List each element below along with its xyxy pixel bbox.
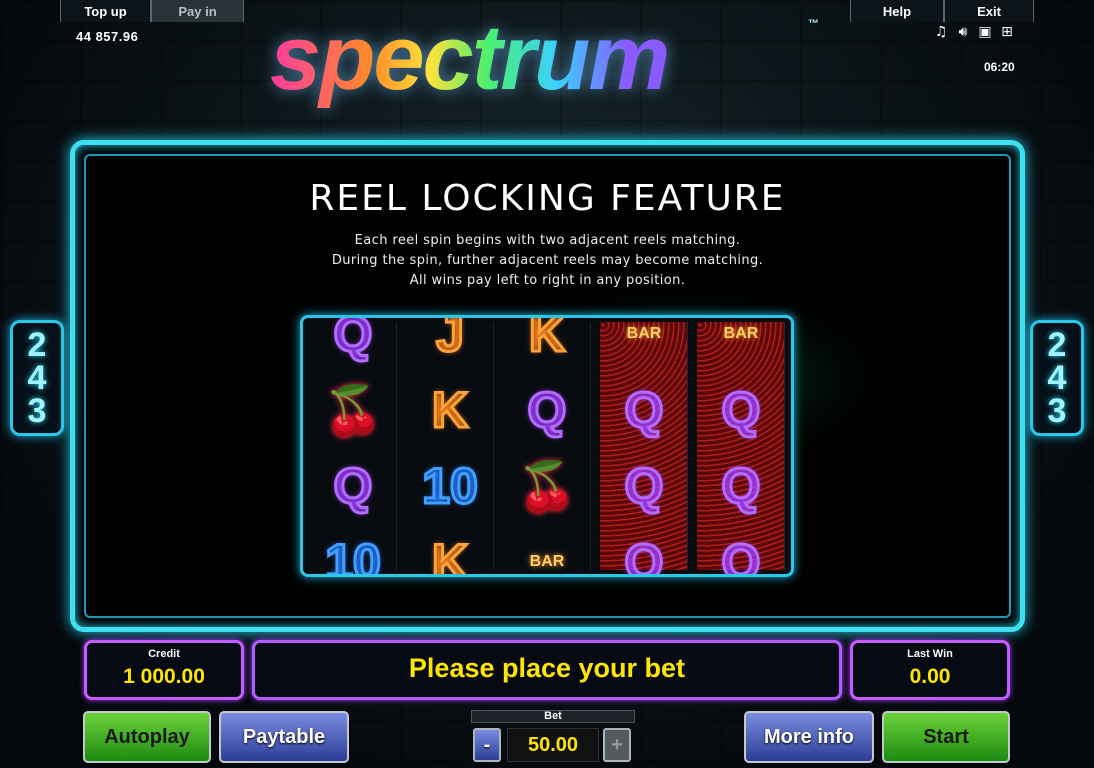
game-logo: spectrum ™	[270, 6, 840, 126]
paytable-button[interactable]: Paytable	[219, 711, 349, 763]
reel-symbol: K	[430, 533, 469, 577]
ways-badge-left: 2 4 3	[10, 320, 64, 436]
reel-symbol: Q	[623, 457, 665, 516]
logo-text: spectrum	[270, 7, 670, 109]
clock: 06:20	[984, 60, 1015, 74]
reel-symbol: 🍒	[517, 460, 577, 514]
ways-digit: 4	[27, 358, 47, 397]
last-win-label: Last Win	[907, 648, 953, 660]
reel-symbol: Q	[720, 381, 762, 440]
credit-value: 1 000.00	[123, 665, 205, 688]
reel-symbol: J	[435, 315, 466, 364]
credit-label: Credit	[148, 648, 180, 660]
status-message: Please place your bet	[408, 653, 686, 683]
reel-symbol: Q	[623, 381, 665, 440]
bet-label: Bet	[471, 710, 635, 723]
reel-3: K Q 🍒 BAR	[503, 318, 591, 570]
last-win-panel: Last Win 0.00	[850, 640, 1010, 700]
autoplay-button[interactable]: Autoplay	[83, 711, 211, 763]
pay-in-button[interactable]: Pay in	[151, 0, 244, 22]
reel-1: Q 🍒 Q 10	[309, 318, 397, 574]
reel-symbol: BAR	[723, 325, 759, 342]
reel-symbol: 10	[324, 533, 383, 577]
reel-symbol: 10	[421, 457, 480, 516]
bet-control: Bet - 50.00 +	[471, 710, 635, 766]
bet-value: 50.00	[507, 728, 599, 762]
settings-icons: ♫ 🔊︎ ▣ ⊞	[934, 24, 1014, 40]
ways-digit: 3	[27, 391, 47, 430]
reel-symbol: Q	[332, 315, 374, 364]
start-button[interactable]: Start	[882, 711, 1010, 763]
reel-symbol: K	[527, 315, 566, 364]
feature-line: Each reel spin begins with two adjacent …	[354, 233, 741, 248]
reel-grid-illustration: Q 🍒 Q 10 J K 10 K K Q 🍒 BAR BAR Q Q Q BAR Q Q Q	[300, 315, 794, 577]
feature-line: During the spin, further adjacent reels …	[331, 253, 764, 268]
reel-symbol: Q	[720, 457, 762, 516]
music-icon[interactable]: ♫	[934, 24, 948, 40]
more-info-button[interactable]: More info	[744, 711, 874, 763]
feature-title: REEL LOCKING FEATURE	[309, 178, 786, 219]
ways-badge-right: 2 4 3	[1030, 320, 1084, 436]
reel-symbol: Q	[526, 381, 568, 440]
ways-digit: 2	[1047, 325, 1067, 364]
help-button[interactable]: Help	[850, 0, 944, 22]
last-win-value: 0.00	[909, 665, 951, 688]
window-icon[interactable]: ▣	[978, 24, 992, 40]
reel-2: J K 10 K	[406, 318, 494, 574]
trademark-symbol: ™	[808, 18, 819, 30]
reel-symbol: BAR	[626, 325, 662, 342]
message-panel: Please place your bet	[252, 640, 842, 700]
credit-panel: Credit 1 000.00	[84, 640, 244, 700]
reel-symbol: Q	[720, 533, 762, 577]
reel-5: BAR Q Q Q	[697, 322, 785, 574]
reel-symbol: 🍒	[323, 384, 383, 438]
feature-line: All wins pay left to right in any positi…	[409, 273, 686, 288]
reel-symbol: Q	[332, 457, 374, 516]
reel-4: BAR Q Q Q	[600, 322, 688, 574]
account-balance: 44 857.96	[76, 29, 139, 44]
ways-digit: 3	[1047, 391, 1067, 430]
bet-decrease-button[interactable]: -	[473, 728, 501, 762]
top-up-button[interactable]: Top up	[60, 0, 151, 22]
feature-description: Each reel spin begins with two adjacent …	[86, 231, 1009, 291]
ways-digit: 2	[27, 325, 47, 364]
bet-increase-button[interactable]: +	[603, 728, 631, 762]
fullscreen-icon[interactable]: ⊞	[1000, 24, 1014, 40]
exit-button[interactable]: Exit	[944, 0, 1034, 22]
ways-digit: 4	[1047, 358, 1067, 397]
reel-symbol: K	[430, 381, 469, 440]
reel-symbol: BAR	[529, 553, 565, 570]
sound-icon[interactable]: 🔊︎	[956, 24, 970, 40]
reel-symbol: Q	[623, 533, 665, 577]
